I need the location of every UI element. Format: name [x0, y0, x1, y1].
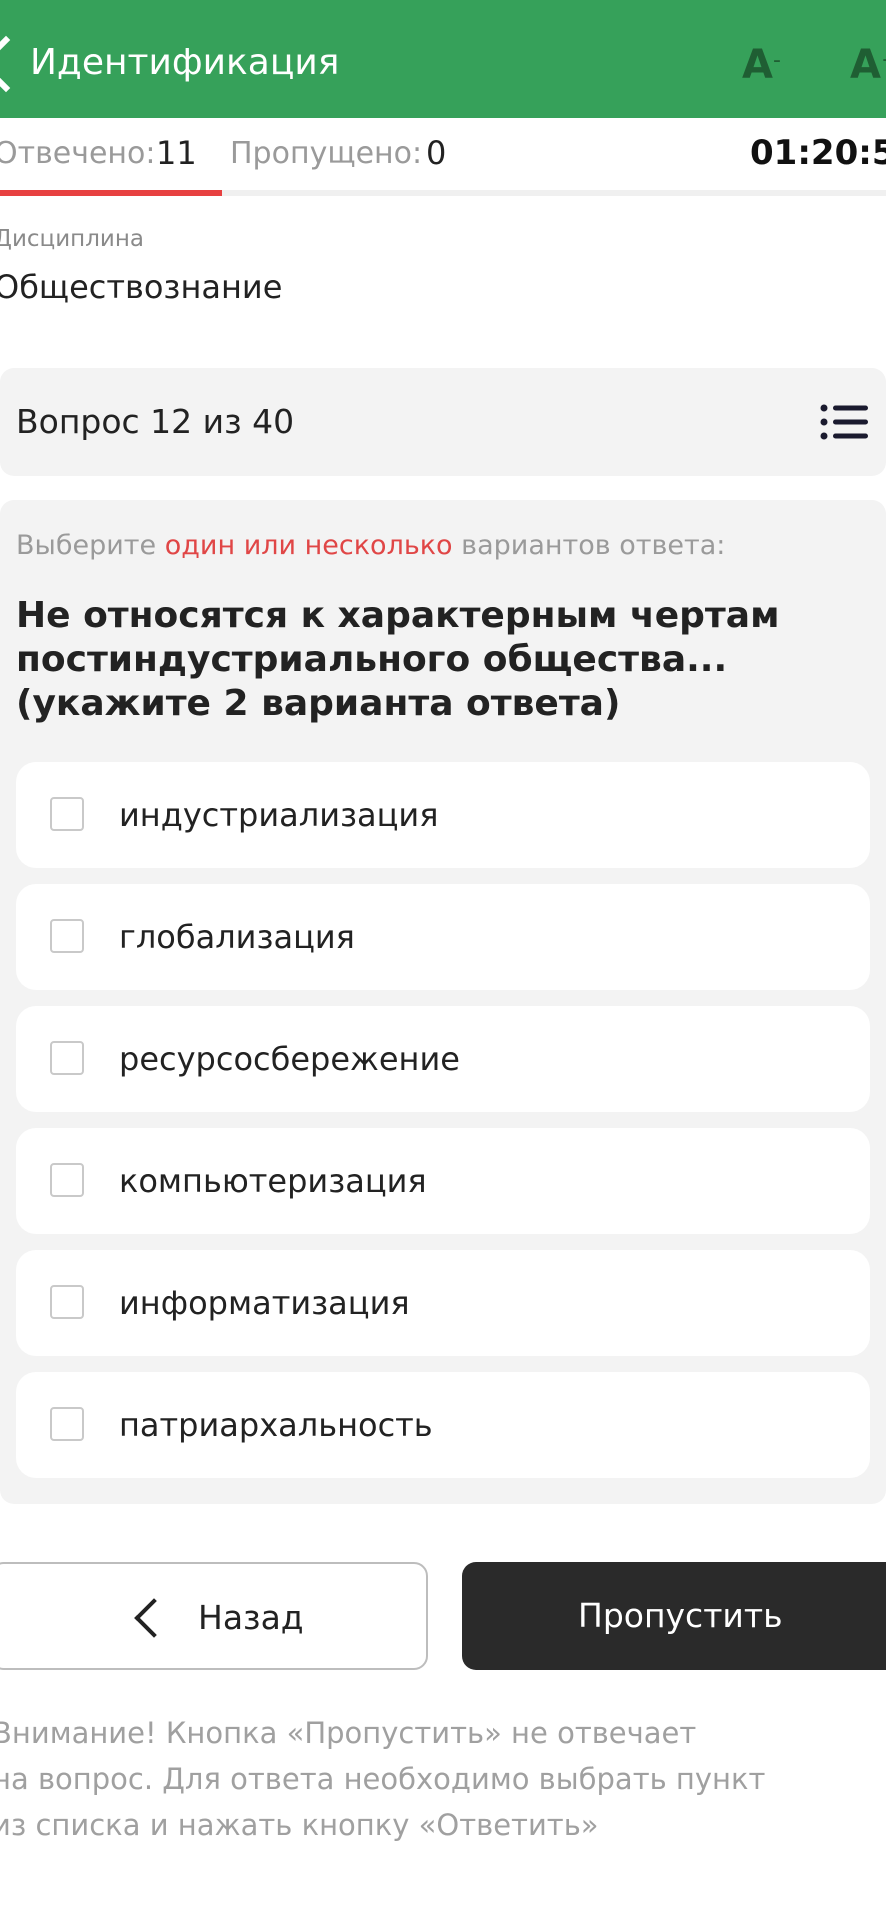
question-list-icon[interactable] — [820, 404, 868, 440]
option-label: глобализация — [119, 918, 355, 956]
header-title: Идентификация — [30, 42, 340, 83]
instruction-prefix: Выберите — [16, 530, 157, 561]
answered-count: 11 — [156, 134, 197, 172]
timer: 01:20:56 — [750, 133, 886, 173]
option-label: компьютеризация — [119, 1162, 427, 1200]
option-checkbox[interactable] — [50, 1285, 84, 1319]
skip-button-label: Пропустить — [578, 1596, 783, 1635]
option-label: патриархальность — [119, 1406, 433, 1444]
progress-indicator — [0, 190, 222, 196]
answer-option[interactable]: патриархальность — [16, 1372, 870, 1478]
answer-option[interactable]: информатизация — [16, 1250, 870, 1356]
option-checkbox[interactable] — [50, 1163, 84, 1197]
back-button[interactable]: Назад — [0, 1562, 428, 1670]
chevron-left-icon — [134, 1598, 174, 1638]
font-increase-suffix: + — [881, 48, 886, 73]
discipline-label: Дисциплина — [0, 226, 144, 252]
font-increase-label: A — [850, 42, 881, 88]
skip-warning: Внимание! Кнопка «Пропустить» не отвечае… — [0, 1710, 872, 1848]
answered-label: Отвечено: — [0, 136, 156, 171]
question-number: Вопрос 12 из 40 — [16, 402, 295, 441]
option-label: индустриализация — [119, 796, 439, 834]
font-increase-button[interactable]: A+ — [850, 42, 886, 88]
warning-line: Внимание! Кнопка «Пропустить» не отвечае… — [0, 1716, 697, 1750]
font-decrease-button[interactable]: A- — [742, 42, 781, 88]
question-card: Выберите один или несколько вариантов от… — [0, 500, 886, 1504]
option-checkbox[interactable] — [50, 919, 84, 953]
option-checkbox[interactable] — [50, 1041, 84, 1075]
font-decrease-suffix: - — [772, 48, 781, 73]
answer-option[interactable]: компьютеризация — [16, 1128, 870, 1234]
warning-line: из списка и нажать кнопку «Ответить» — [0, 1808, 599, 1842]
answer-instruction: Выберите один или несколько вариантов от… — [16, 530, 725, 561]
skip-button[interactable]: Пропустить — [462, 1562, 886, 1670]
instruction-accent: один или несколько — [164, 530, 453, 561]
option-checkbox[interactable] — [50, 797, 84, 831]
app-header: Идентификация A- A+ — [0, 0, 886, 118]
instruction-suffix: вариантов ответа: — [461, 530, 726, 561]
stats-bar: Отвечено: 11 Пропущено: 0 01:20:56 — [0, 118, 886, 196]
back-button-label: Назад — [198, 1598, 304, 1637]
answer-option[interactable]: ресурсосбережение — [16, 1006, 870, 1112]
skipped-count: 0 — [426, 134, 447, 172]
question-text: Не относятся к характерным чертам постин… — [16, 595, 780, 724]
warning-line: на вопрос. Для ответа необходимо выбрать… — [0, 1762, 766, 1796]
question-header: Вопрос 12 из 40 — [0, 368, 886, 476]
answer-option[interactable]: глобализация — [16, 884, 870, 990]
discipline-value: Обществознание — [0, 268, 283, 306]
answer-option[interactable]: индустриализация — [16, 762, 870, 868]
option-label: ресурсосбережение — [119, 1040, 460, 1078]
font-decrease-label: A — [742, 42, 773, 88]
option-label: информатизация — [119, 1284, 410, 1322]
skipped-label: Пропущено: — [230, 136, 423, 171]
option-checkbox[interactable] — [50, 1407, 84, 1441]
